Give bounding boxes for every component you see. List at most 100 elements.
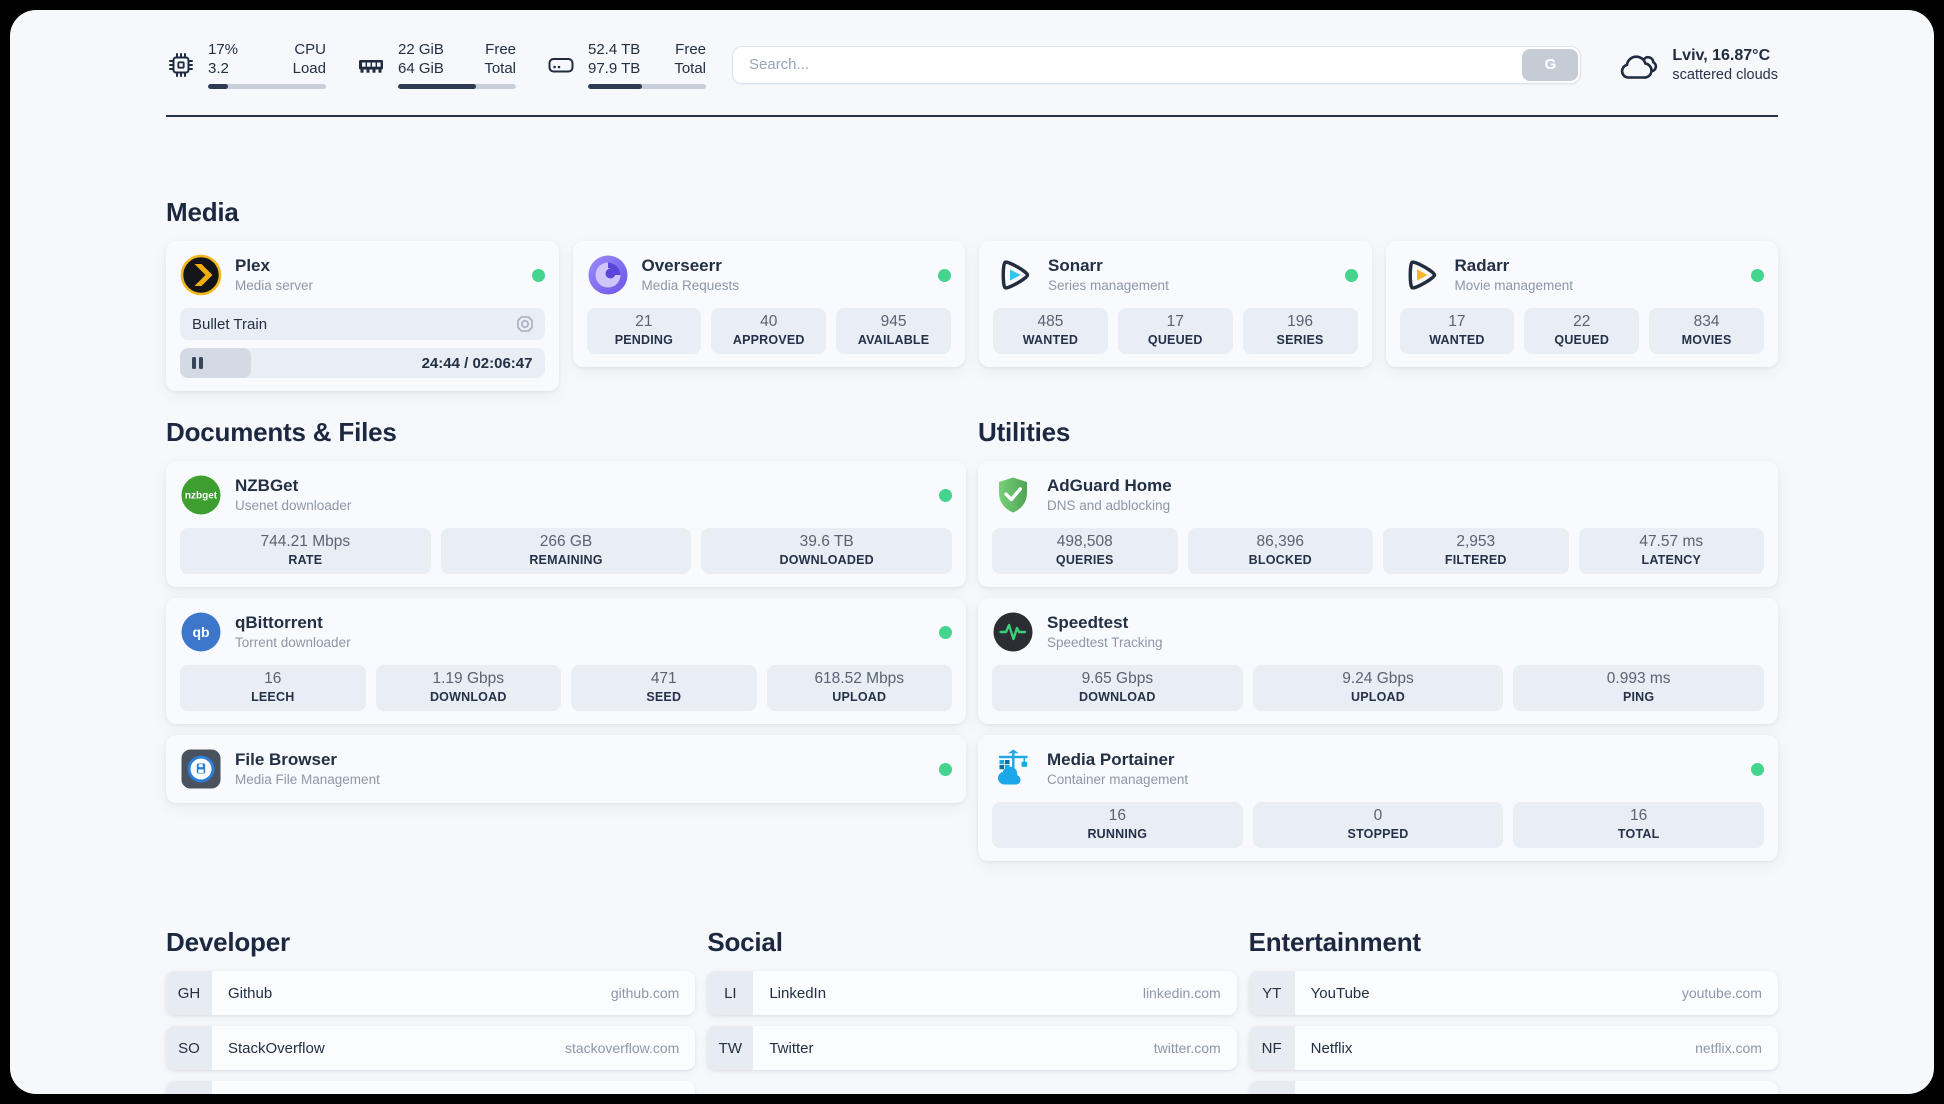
stat-label: RATE — [288, 553, 323, 567]
bookmark-link-stackoverflow[interactable]: SO StackOverflow stackoverflow.com — [166, 1026, 696, 1070]
service-description: Series management — [1048, 278, 1169, 293]
stat-pill: 39.6 TB DOWNLOADED — [701, 528, 952, 574]
bookmark-name: Netflix — [1310, 1039, 1353, 1057]
bookmark-link-netflix[interactable]: NF Netflix netflix.com — [1248, 1026, 1778, 1070]
stat-label: SEED — [646, 690, 682, 704]
service-card-adguard[interactable]: AdGuard Home DNS and adblocking 498,508 QUE… — [978, 461, 1778, 587]
bookmark-url: linkedin.com — [1142, 985, 1221, 1001]
now-playing-title: Bullet Train — [192, 315, 268, 333]
stat-label: WANTED — [1429, 333, 1485, 347]
bookmark-name: StackOverflow — [228, 1039, 325, 1057]
stat-value: 39.6 TB — [799, 533, 854, 550]
service-card-portainer[interactable]: Media Portainer Container management 16 RUN… — [978, 735, 1778, 861]
stat-pill: 744.21 Mbps RATE — [180, 528, 431, 574]
stat-label: BLOCKED — [1248, 553, 1312, 567]
stat-label: SERIES — [1276, 333, 1324, 347]
memory-total-label: Total — [484, 60, 516, 77]
status-online-dot — [939, 762, 952, 776]
bookmark-group-title: Social — [707, 927, 783, 957]
radarr-icon — [1400, 254, 1442, 296]
bookmark-abbr-badge: SO — [166, 1026, 212, 1070]
service-description: Container management — [1047, 772, 1189, 787]
disk-total-label: Total — [674, 60, 706, 77]
service-name: Radarr — [1454, 256, 1510, 275]
bookmark-link-github[interactable]: GH Github github.com — [166, 971, 696, 1015]
bookmark-url: github.com — [610, 985, 680, 1001]
bookmark-abbr-badge: NF — [1248, 1026, 1295, 1070]
search-input[interactable] — [732, 45, 1582, 84]
bookmark-link-reddit[interactable]: RERedditreddit.com — [1248, 1081, 1778, 1094]
bookmark-link-twitter[interactable]: TW Twitter twitter.com — [707, 1026, 1237, 1070]
stat-label: DOWNLOADED — [779, 553, 874, 567]
adguard-icon — [992, 474, 1034, 516]
service-titles: Sonarr Series management — [1048, 255, 1169, 295]
stat-value: 47.57 ms — [1639, 533, 1704, 550]
service-card-overseerr[interactable]: Overseerr Media Requests 21 PENDING 40 APPROV… — [572, 241, 965, 367]
header-divider — [166, 115, 1778, 117]
stat-pill: 485 WANTED — [993, 308, 1108, 354]
service-stats: 744.21 Mbps RATE 266 GB REMAINING 39.6 TB DOW… — [180, 528, 952, 574]
stat-label: LATENCY — [1641, 553, 1701, 567]
service-name: Speedtest — [1047, 613, 1129, 632]
stat-value: 744.21 Mbps — [260, 533, 351, 550]
service-card-sonarr[interactable]: Sonarr Series management 485 WANTED 17 QUEUED… — [979, 241, 1372, 367]
service-card-speedtest[interactable]: Speedtest Speedtest Tracking 9.65 Gbps DOWN… — [978, 598, 1778, 724]
service-stats: 485 WANTED 17 QUEUED 196 SERIES — [993, 308, 1358, 354]
status-online-dot — [1751, 762, 1764, 776]
service-titles: Speedtest Speedtest Tracking — [1047, 612, 1163, 652]
bookmark-link-youtube[interactable]: YT YouTube youtube.com — [1248, 971, 1778, 1015]
stat-pill: 618.52 Mbps UPLOAD — [766, 665, 952, 711]
stat-value: 9.65 Gbps — [1081, 670, 1154, 687]
service-card-radarr[interactable]: Radarr Movie management 17 WANTED 22 QUEUED 83… — [1385, 241, 1778, 367]
stat-value: 9.24 Gbps — [1342, 670, 1414, 687]
cpu-load-value: 3.2 — [208, 60, 229, 77]
stat-value: 1.19 Gbps — [432, 670, 505, 687]
service-description: Speedtest Tracking — [1047, 635, 1163, 650]
stat-pill: 0.993 ms PING — [1513, 665, 1764, 711]
stat-label: UPLOAD — [1351, 690, 1405, 704]
service-header: Media Portainer Container management — [992, 748, 1764, 790]
bookmark-abbr-badge: YT — [1248, 971, 1295, 1015]
bookmark-name: YouTube — [1310, 984, 1370, 1002]
service-card-nzbget[interactable]: nzbget NZBGet Usenet downloader 744.21 Mbps… — [166, 461, 966, 587]
stat-pill: 22 QUEUED — [1524, 308, 1640, 354]
filebrowser-icon — [180, 748, 222, 790]
bookmark-name: Github — [228, 984, 273, 1002]
status-online-dot — [939, 625, 952, 639]
stat-pill: 1.19 Gbps DOWNLOAD — [375, 665, 561, 711]
search-provider-button[interactable]: G — [1522, 48, 1579, 81]
stat-pill: 834 MOVIES — [1649, 308, 1764, 354]
stat-value: 16 — [264, 670, 282, 687]
pause-button[interactable] — [192, 357, 203, 369]
stat-pill: 47.57 ms LATENCY — [1578, 528, 1764, 574]
stat-label: WANTED — [1022, 333, 1079, 347]
stat-pill: 9.65 Gbps DOWNLOAD — [992, 665, 1243, 711]
bookmark-abbr-badge: GH — [166, 971, 212, 1015]
status-online-dot — [938, 268, 951, 282]
weather-text: Lviv, 16.87°C scattered clouds — [1672, 45, 1778, 85]
stat-pill: 945 AVAILABLE — [836, 308, 951, 354]
stat-pill: 17 QUEUED — [1117, 308, 1233, 354]
service-card-filebrowser[interactable]: File Browser Media File Management — [166, 735, 966, 803]
stat-value: 0 — [1373, 807, 1383, 824]
disk-total-value: 97.9 TB — [588, 60, 641, 77]
disk-icon — [546, 50, 576, 80]
bookmark-link-dev[interactable]: DTDEVdev.to — [166, 1081, 696, 1094]
service-card-plex[interactable]: Plex Media server Bullet Train 24:44 / 02:0… — [166, 241, 559, 391]
portainer-icon — [992, 748, 1034, 790]
cpu-usage-label: CPU — [294, 41, 326, 58]
bookmark-url: stackoverflow.com — [564, 1040, 680, 1056]
stat-value: 21 — [635, 313, 653, 330]
service-stats: 21 PENDING 40 APPROVED 945 AVAILABLE — [586, 308, 951, 354]
service-header: File Browser Media File Management — [180, 748, 952, 790]
bookmark-link-linkedin[interactable]: LI LinkedIn linkedin.com — [707, 971, 1237, 1015]
stat-value: 22 — [1573, 313, 1591, 330]
memory-free-label: Free — [485, 41, 516, 58]
service-name: Media Portainer — [1047, 750, 1175, 769]
service-card-qbittorrent[interactable]: qb qBittorrent Torrent downloader 16 LEECH 1.… — [166, 598, 966, 724]
service-stats: 16 LEECH 1.19 Gbps DOWNLOAD 471 SEED 618.52 Mb… — [180, 665, 952, 711]
bookmark-url: twitter.com — [1153, 1040, 1221, 1056]
stat-pill: 498,508 QUERIES — [992, 528, 1178, 574]
service-header: nzbget NZBGet Usenet downloader — [180, 474, 952, 516]
service-titles: Plex Media server — [235, 255, 313, 295]
